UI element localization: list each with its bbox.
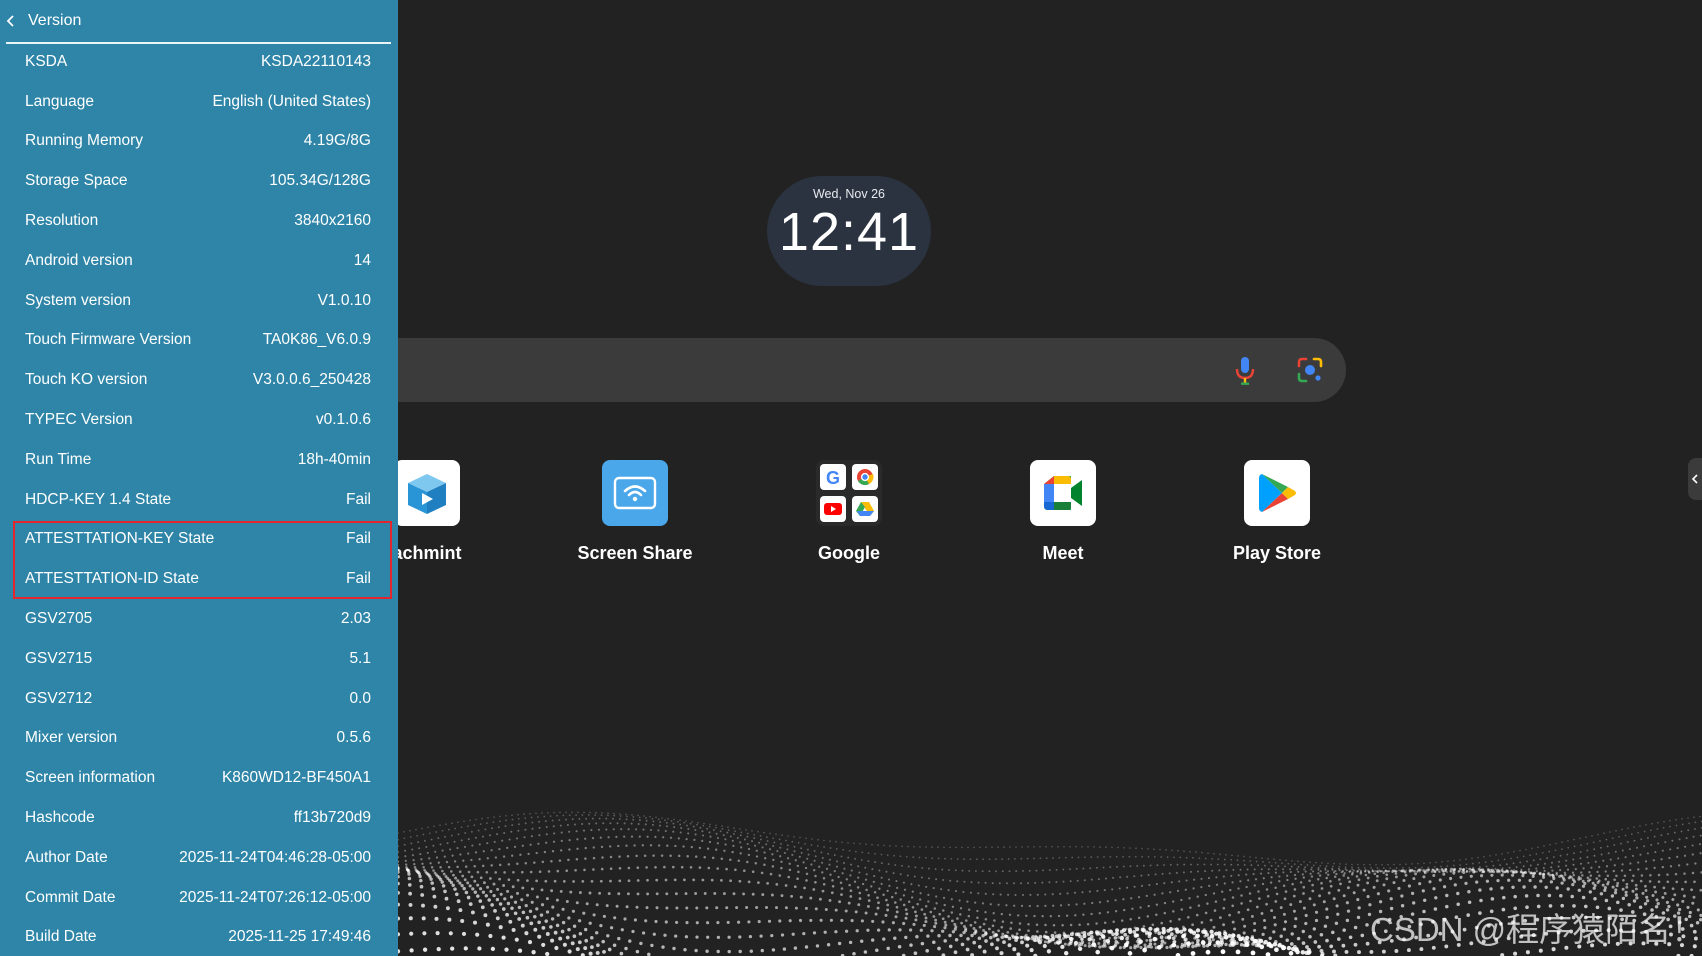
info-label: Touch Firmware Version — [25, 331, 192, 349]
info-label: Touch KO version — [25, 371, 148, 389]
info-row: KSDA KSDA22110143 — [0, 42, 398, 82]
info-row: System version V1.0.10 — [0, 281, 398, 321]
app-screen-share[interactable]: Screen Share — [565, 460, 705, 570]
info-label: Build Date — [25, 928, 97, 946]
info-value: Fail — [346, 570, 371, 588]
google-folder-icon: G — [816, 460, 882, 526]
info-label: KSDA — [25, 52, 68, 70]
info-value: 0.0 — [349, 689, 371, 707]
info-value: English (United States) — [212, 92, 371, 110]
info-label: Author Date — [25, 848, 108, 866]
info-value: 2025-11-24T07:26:12-05:00 — [179, 888, 371, 906]
app-label: Meet — [1042, 543, 1084, 563]
info-value: 105.34G/128G — [269, 172, 371, 190]
info-label: GSV2715 — [25, 649, 93, 667]
version-info-list: KSDA KSDA22110143 Language English (United … — [0, 42, 398, 956]
info-label: HDCP-KEY 1.4 State — [25, 490, 172, 508]
app-label: Play Store — [1232, 543, 1322, 563]
info-value: 2025-11-24T04:46:28-05:00 — [179, 848, 371, 866]
video-book-icon — [394, 460, 460, 526]
info-row: Android version 14 — [0, 241, 398, 281]
search-bar[interactable] — [398, 338, 1346, 402]
info-value: 2.03 — [340, 610, 371, 628]
info-value: ff13b720d9 — [293, 809, 371, 827]
meet-icon — [1030, 460, 1096, 526]
app-play-store[interactable]: Play Store — [1207, 460, 1347, 570]
info-value: 0.5.6 — [336, 729, 371, 747]
app-label: Screen Share — [577, 543, 693, 563]
info-value: 5.1 — [349, 649, 371, 667]
chevron-left-icon — [1691, 474, 1698, 484]
info-value: KSDA22110143 — [260, 52, 371, 70]
info-label: Storage Space — [25, 172, 128, 190]
clock-time: 12:41 — [778, 202, 920, 262]
microphone-icon[interactable] — [1234, 356, 1256, 386]
info-value: V3.0.0.6_250428 — [252, 371, 371, 389]
info-row: Build Date 2025-11-25 17:49:46 — [0, 918, 398, 956]
app-meet[interactable]: Meet — [993, 460, 1133, 570]
info-row: Touch KO version V3.0.0.6_250428 — [0, 360, 398, 400]
app-google-folder[interactable]: G Google — [779, 460, 919, 570]
info-value: 18h-40min — [297, 450, 371, 468]
info-label: Resolution — [25, 212, 99, 230]
info-row: ATTESTTATION-ID State Fail — [0, 559, 398, 599]
info-value: TA0K86_V6.0.9 — [262, 331, 371, 349]
info-row: Commit Date 2025-11-24T07:26:12-05:00 — [0, 878, 398, 918]
info-label: Run Time — [25, 450, 92, 468]
info-value: 14 — [353, 251, 371, 269]
info-row: GSV2712 0.0 — [0, 679, 398, 719]
info-row: Language English (United States) — [0, 82, 398, 122]
info-label: GSV2705 — [25, 610, 93, 628]
info-value: K860WD12-BF450A1 — [221, 769, 371, 787]
info-label: System version — [25, 291, 131, 309]
info-row: GSV2705 2.03 — [0, 599, 398, 639]
play-store-icon — [1244, 460, 1310, 526]
info-label: TYPEC Version — [25, 411, 133, 429]
info-label: Mixer version — [25, 729, 118, 747]
info-label: Language — [25, 92, 94, 110]
info-label: Screen information — [25, 769, 156, 787]
svg-text:G: G — [826, 468, 840, 488]
info-label: ATTESTTATION-KEY State — [25, 530, 215, 548]
info-row: Screen information K860WD12-BF450A1 — [0, 758, 398, 798]
info-row: ATTESTTATION-KEY State Fail — [0, 520, 398, 560]
info-value: 2025-11-25 17:49:46 — [228, 928, 371, 946]
back-button[interactable] — [6, 9, 26, 33]
home-screen: Wed, Nov 26 12:41 achmint Screen Share G… — [0, 0, 1702, 956]
info-row: Storage Space 105.34G/128G — [0, 161, 398, 201]
info-row: Resolution 3840x2160 — [0, 201, 398, 241]
info-row: Author Date 2025-11-24T04:46:28-05:00 — [0, 838, 398, 878]
info-value: 3840x2160 — [294, 212, 371, 230]
panel-header: Version — [6, 0, 391, 44]
info-label: Hashcode — [25, 809, 95, 827]
info-label: Commit Date — [25, 888, 116, 906]
info-row: Mixer version 0.5.6 — [0, 719, 398, 759]
info-row: Hashcode ff13b720d9 — [0, 798, 398, 838]
watermark: CSDN @程序猿陌名！ — [1370, 911, 1702, 948]
clock-widget[interactable]: Wed, Nov 26 12:41 — [767, 176, 931, 286]
info-row: Running Memory 4.19G/8G — [0, 122, 398, 162]
info-label: Running Memory — [25, 132, 144, 150]
info-row: GSV2715 5.1 — [0, 639, 398, 679]
info-label: ATTESTTATION-ID State — [25, 570, 199, 588]
version-panel: Version KSDA KSDA22110143 Language English … — [0, 0, 398, 956]
info-row: Run Time 18h-40min — [0, 440, 398, 480]
info-label: Android version — [25, 251, 133, 269]
lens-icon[interactable] — [1296, 356, 1324, 384]
app-label: Google — [818, 543, 880, 563]
right-edge-handle[interactable] — [1688, 458, 1702, 500]
info-label: GSV2712 — [25, 689, 93, 707]
info-value: Fail — [346, 530, 371, 548]
info-value: V1.0.10 — [317, 291, 371, 309]
info-row: Touch Firmware Version TA0K86_V6.0.9 — [0, 321, 398, 361]
clock-date: Wed, Nov 26 — [812, 187, 886, 201]
info-row: TYPEC Version v0.1.0.6 — [0, 400, 398, 440]
wifi-screen-icon — [602, 460, 668, 526]
info-row: HDCP-KEY 1.4 State Fail — [0, 480, 398, 520]
info-value: 4.19G/8G — [303, 132, 371, 150]
info-value: v0.1.0.6 — [315, 411, 371, 429]
chevron-left-icon — [6, 15, 14, 27]
panel-title: Version — [28, 12, 82, 29]
info-value: Fail — [346, 490, 371, 508]
